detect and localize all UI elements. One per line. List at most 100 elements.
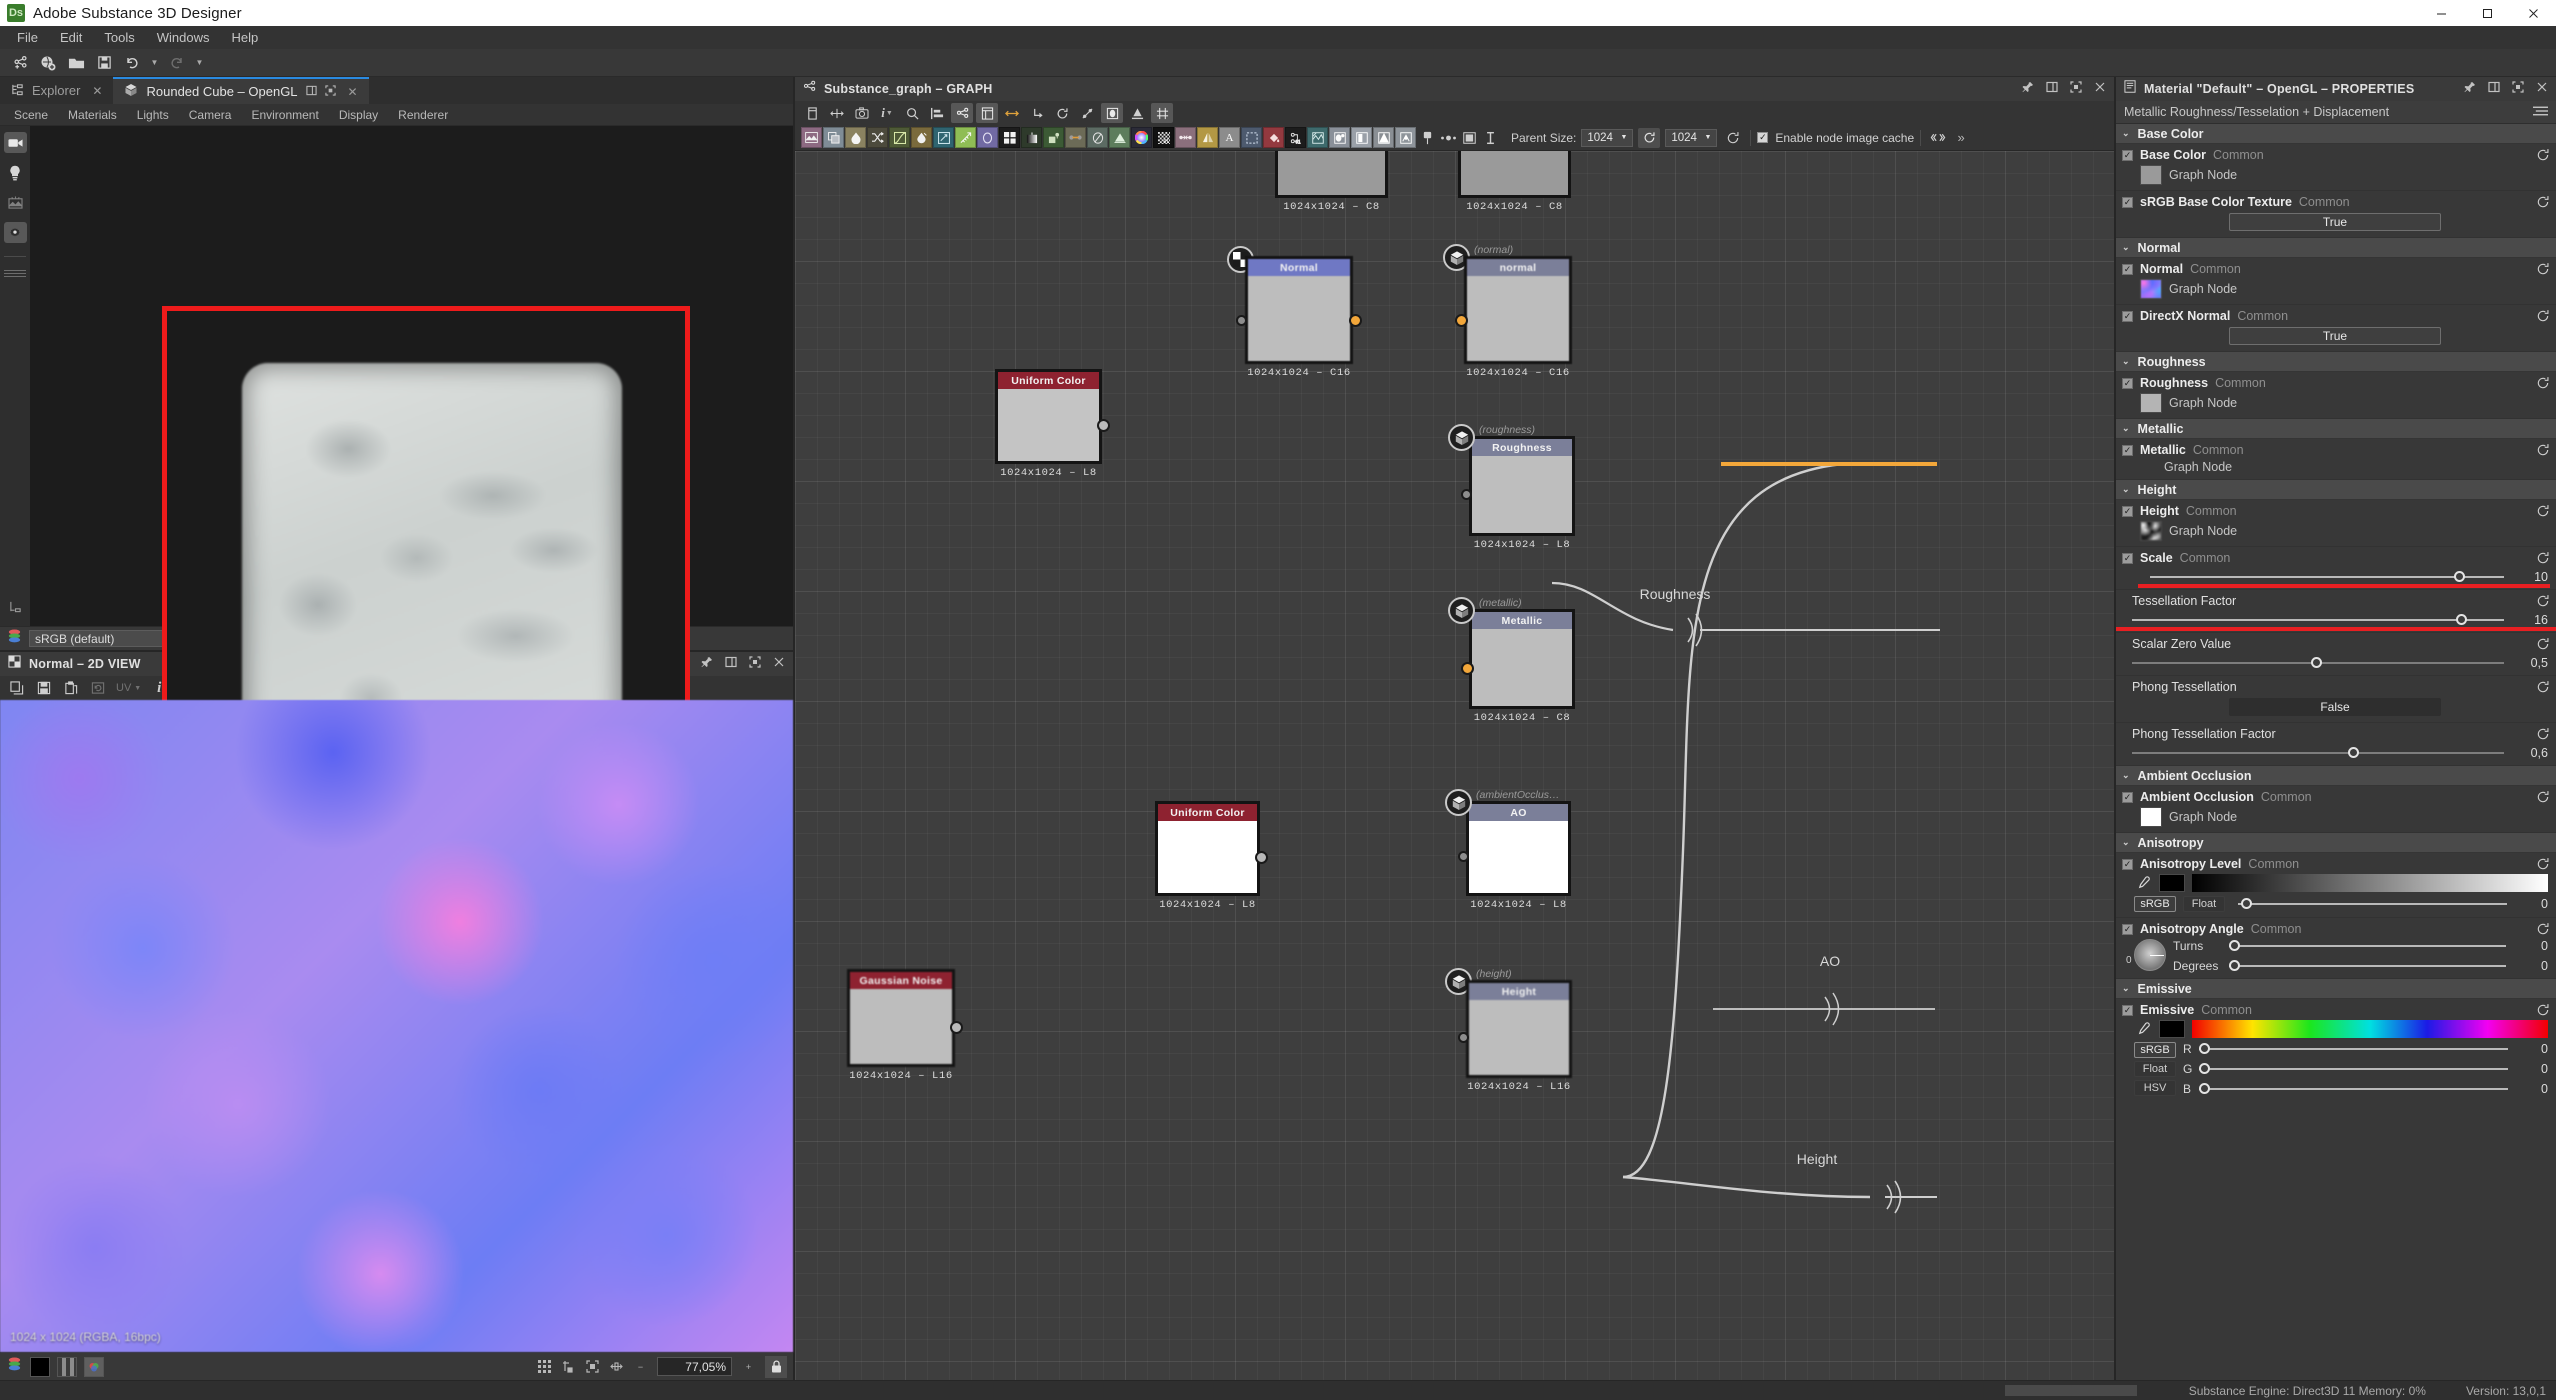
emissive-color-swatch[interactable] [2159,1020,2185,1038]
prop-checkbox[interactable]: ✓ [2122,149,2133,161]
menu-file[interactable]: File [6,28,49,47]
scalar-zero-slider-track[interactable] [2132,657,2504,668]
maximize-icon[interactable] [2512,80,2524,98]
shape-node-icon[interactable] [977,127,998,148]
frame-node-icon[interactable] [1459,127,1479,148]
prop-checkbox[interactable]: ✓ [2122,310,2133,322]
float-mode-button[interactable]: Float [2183,896,2225,912]
float-icon[interactable] [2488,80,2500,98]
uv-dropdown[interactable]: UV ▼ [116,679,141,697]
colorspace-icon[interactable] [6,1356,23,1378]
minimize-button[interactable] [2418,0,2464,26]
prop-checkbox[interactable]: ✓ [2122,1004,2133,1016]
text-node-icon[interactable]: A [1219,127,1240,148]
group-header-anisotropy[interactable]: ⌄ Anisotropy [2116,833,2556,853]
node-input-port[interactable] [1458,1032,1469,1043]
tab-maximize-icon[interactable] [324,84,336,99]
levels-node-icon[interactable] [1021,127,1042,148]
eyedropper-icon[interactable] [2134,875,2152,891]
basecolor-topnode-1[interactable]: 1024x1024 – C8 [1275,151,1388,213]
reset-icon[interactable] [2536,637,2550,656]
phong-factor-slider-track[interactable] [2132,747,2504,758]
tessellation-slider-knob[interactable] [2455,614,2467,625]
zoom-out-button[interactable]: − [633,1359,648,1374]
maximize-icon[interactable] [749,655,761,673]
close-icon[interactable] [2536,80,2548,98]
redo-icon[interactable] [165,52,189,74]
pin-icon[interactable] [701,655,713,673]
group-header-roughness[interactable]: ⌄ Roughness [2116,352,2556,372]
scale-slider-track[interactable] [2150,571,2504,582]
prop-directx-normal[interactable]: ✓ DirectX Normal Common True [2116,305,2556,352]
slope-blur-node-icon[interactable] [1087,127,1108,148]
emboss-node-icon[interactable] [1109,127,1130,148]
degrees-knob[interactable] [2229,960,2240,971]
camera-icon[interactable] [3,132,27,153]
prop-anisotropy-level[interactable]: ✓ Anisotropy Level Common sRGB Float 0 [2116,853,2556,918]
close-icon[interactable] [2094,80,2106,98]
subtab-renderer[interactable]: Renderer [388,106,458,124]
paste-icon[interactable] [62,679,80,697]
prop-emissive[interactable]: ✓ Emissive Common sRGB Float HSV R 0 G 0… [2116,999,2556,1101]
float-icon[interactable] [725,655,737,673]
prop-checkbox[interactable]: ✓ [2122,923,2133,935]
rotate-icon[interactable] [1051,103,1073,123]
display-mode-icon[interactable] [84,1356,104,1377]
prop-phong-tessellation-factor[interactable]: Phong Tessellation Factor 0,6 [2116,723,2556,766]
reset-icon[interactable] [2536,922,2550,941]
reset-icon[interactable] [2536,376,2550,395]
channel-g-knob[interactable] [2199,1063,2210,1074]
distribute-h-icon[interactable] [1001,103,1023,123]
tile-node-icon[interactable] [999,127,1020,148]
prop-checkbox[interactable]: ✓ [2122,858,2133,870]
hsl-node-icon[interactable] [1131,127,1152,148]
prop-normal[interactable]: ✓ Normal Common Graph Node [2116,258,2556,305]
anisotropy-color-swatch[interactable] [2159,874,2185,892]
prop-phong-tessellation[interactable]: Phong Tessellation False [2116,676,2556,723]
tab-rounded-cube[interactable]: Rounded Cube – OpenGL ✕ [113,77,369,104]
phong-tessellation-value[interactable]: False [2229,698,2441,716]
prop-roughness[interactable]: ✓ Roughness Common Graph Node [2116,372,2556,419]
anisotropy-angle-dial[interactable] [2134,939,2166,971]
snapshot-icon[interactable] [851,103,873,123]
subtab-environment[interactable]: Environment [241,106,328,124]
new-graph-icon[interactable] [8,52,32,74]
output-badge-icon[interactable] [1448,597,1475,624]
subtab-lights[interactable]: Lights [127,106,179,124]
menu-windows[interactable]: Windows [146,28,221,47]
reset-icon[interactable] [2536,551,2550,570]
metallic-output-node[interactable]: (metallic) Metallic 1024x1024 – C8 [1448,597,1575,724]
lock-icon[interactable] [765,1355,787,1378]
pin-icon[interactable] [2022,80,2034,98]
zoom-in-button[interactable]: + [741,1359,756,1374]
channel-g-track[interactable] [2199,1063,2508,1074]
grid-icon[interactable] [537,1359,552,1374]
reset-icon[interactable] [2536,443,2550,462]
output-badge-icon[interactable] [1448,424,1475,451]
node-output-port[interactable] [1255,851,1268,864]
graph-canvas[interactable]: 1024x1024 – C8 1024x1024 – C8 Normal 102… [795,151,2114,1380]
graph-nodes-icon[interactable] [951,103,973,123]
node-input-port[interactable] [1461,489,1472,500]
undo-icon[interactable] [120,52,144,74]
position-node-icon[interactable] [1373,127,1394,148]
maximize-icon[interactable] [2070,80,2082,98]
prop-checkbox[interactable]: ✓ [2122,196,2133,208]
prop-height[interactable]: ✓ Height Common Graph Node [2116,500,2556,547]
world-space-node-icon[interactable] [1395,127,1416,148]
prop-metallic[interactable]: ✓ Metallic Common Graph Node [2116,439,2556,480]
channel-node-icon[interactable]: 01 [1285,127,1306,148]
turns-knob[interactable] [2229,940,2240,951]
srgb-mode-button[interactable]: sRGB [2134,1042,2176,1058]
menu-help[interactable]: Help [220,28,269,47]
prop-thumbnail[interactable] [2140,279,2162,299]
settings-icon[interactable] [3,222,27,243]
transform-node-icon[interactable] [933,127,954,148]
crop-node-icon[interactable] [1241,127,1262,148]
float-icon[interactable] [2046,80,2058,98]
node-input-port[interactable] [1461,662,1474,675]
menu-edit[interactable]: Edit [49,28,93,47]
prop-checkbox[interactable]: ✓ [2122,444,2133,456]
prop-thumbnail[interactable] [2140,807,2162,827]
properties-list[interactable]: ⌄ Base Color ✓ Base Color Common Graph N… [2116,124,2556,1380]
